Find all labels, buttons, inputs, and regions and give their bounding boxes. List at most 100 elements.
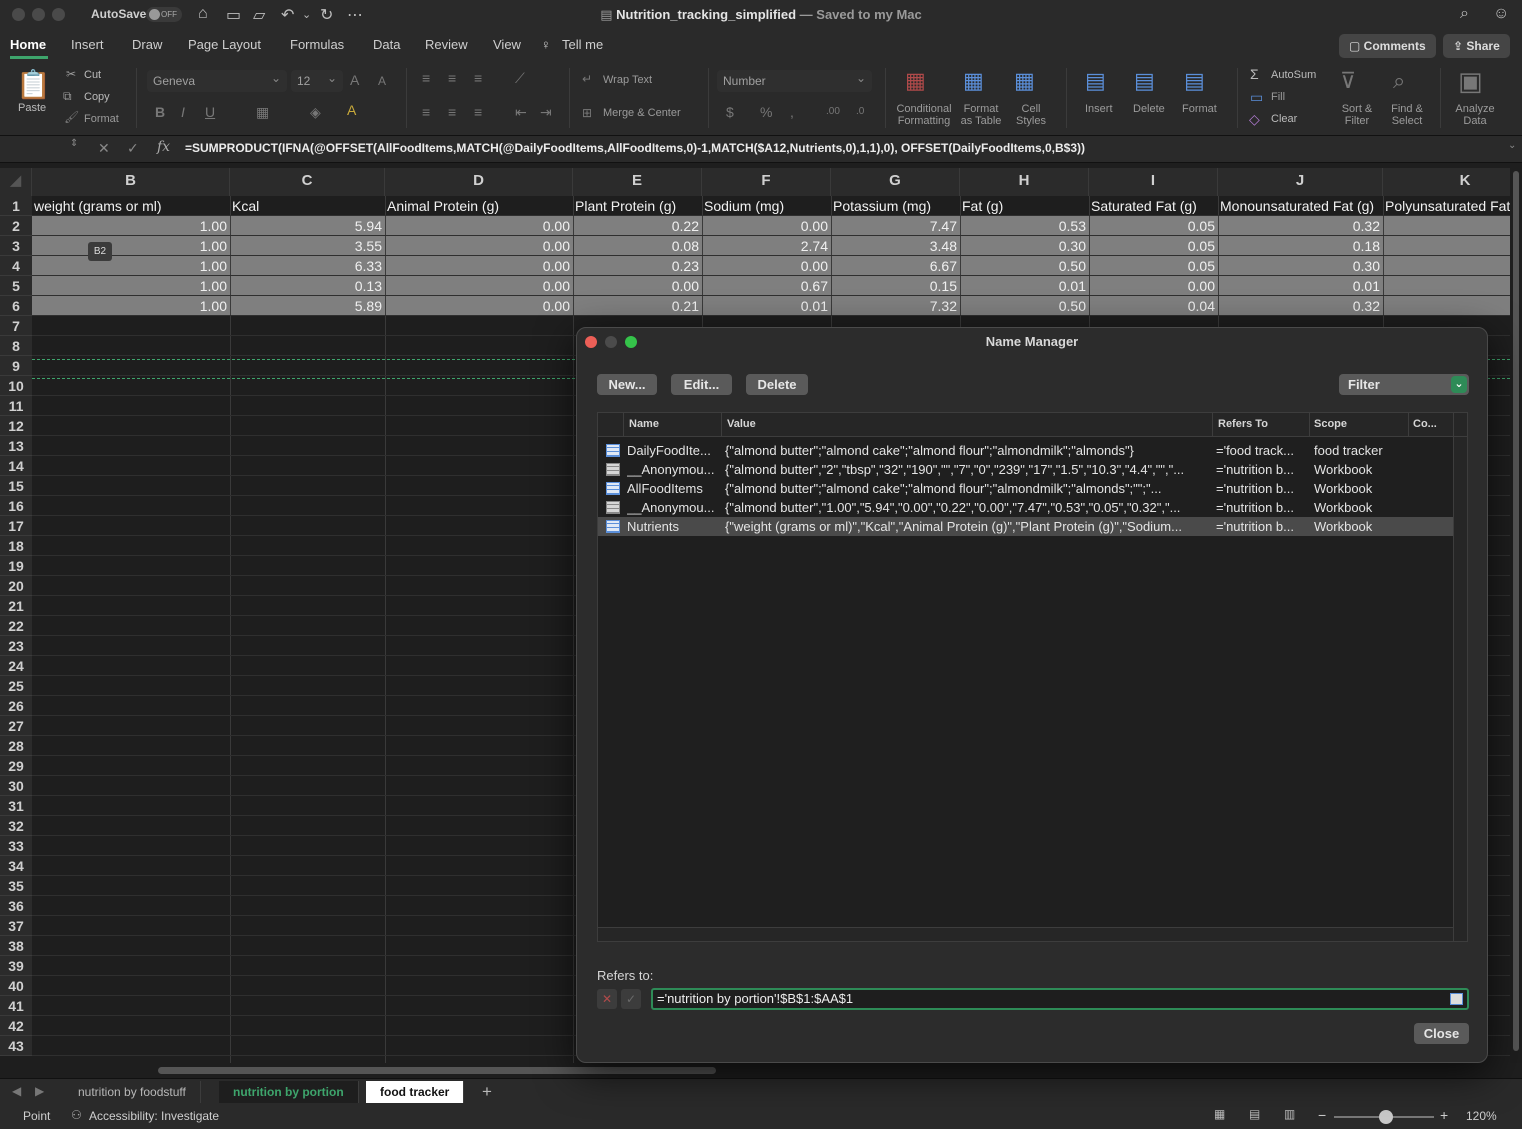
row-header[interactable]: 28 [0, 736, 32, 756]
row-header[interactable]: 42 [0, 1016, 32, 1036]
tab-formulas[interactable]: Formulas [290, 37, 344, 52]
row-header[interactable]: 37 [0, 916, 32, 936]
format-painter-icon[interactable]: 🖌 [64, 110, 79, 124]
edit-name-button[interactable]: Edit... [671, 374, 732, 395]
select-all-corner[interactable]: ◢ [0, 168, 32, 196]
data-cell[interactable]: 2.74 [702, 236, 831, 256]
conditional-formatting-icon[interactable]: ▦ [905, 68, 926, 94]
next-sheet-icon[interactable]: ▶ [35, 1084, 44, 1098]
row-header[interactable]: 15 [0, 476, 32, 496]
data-cell[interactable]: 7.32 [831, 296, 960, 316]
prev-sheet-icon[interactable]: ◀ [12, 1084, 21, 1098]
row-header[interactable]: 9 [0, 356, 32, 376]
add-sheet-button[interactable]: + [468, 1081, 506, 1103]
data-cell[interactable]: 1.00 [32, 296, 230, 316]
data-cell[interactable]: 1.00 [32, 216, 230, 236]
align-bottom-icon[interactable]: ≡ [474, 70, 482, 86]
align-left-icon[interactable]: ≡ [422, 104, 430, 120]
data-cell[interactable]: 6.33 [230, 256, 385, 276]
name-row[interactable]: Nutrients {"weight (grams or ml)","Kcal",… [598, 517, 1453, 536]
increase-indent-icon[interactable]: ⇥ [540, 104, 552, 121]
row-header[interactable]: 8 [0, 336, 32, 356]
tell-me-search[interactable]: Tell me [562, 37, 603, 52]
zoom-out-button[interactable]: − [1318, 1107, 1326, 1123]
row-header[interactable]: 43 [0, 1036, 32, 1056]
data-cell[interactable]: 0.01 [702, 296, 831, 316]
analyze-data-button[interactable]: Analyze Data [1450, 103, 1500, 127]
column-header-b[interactable]: B [32, 168, 230, 196]
data-cell[interactable]: 0.21 [573, 296, 702, 316]
row-header[interactable]: 12 [0, 416, 32, 436]
close-button[interactable]: Close [1414, 1023, 1469, 1044]
fill-button[interactable]: Fill [1271, 91, 1285, 103]
align-right-icon[interactable]: ≡ [474, 104, 482, 120]
header-cell[interactable]: Kcal [230, 196, 385, 216]
autosum-button[interactable]: AutoSum [1271, 69, 1316, 81]
tab-draw[interactable]: Draw [132, 37, 162, 52]
decrease-indent-icon[interactable]: ⇤ [515, 104, 527, 121]
zoom-level[interactable]: 120% [1466, 1109, 1497, 1123]
header-cell[interactable]: Plant Protein (g) [573, 196, 702, 216]
wrap-text-button[interactable]: Wrap Text [603, 74, 652, 86]
format-cells-button[interactable]: Format [1182, 103, 1217, 115]
sort-filter-icon[interactable]: ⊽ [1340, 68, 1356, 94]
data-cell[interactable]: 0.50 [960, 296, 1089, 316]
row-header[interactable]: 21 [0, 596, 32, 616]
delete-name-button[interactable]: Delete [746, 374, 808, 395]
page-break-view-icon[interactable]: ▥ [1284, 1107, 1295, 1121]
row-header[interactable]: 31 [0, 796, 32, 816]
header-cell[interactable]: weight (grams or ml) [32, 196, 230, 216]
data-cell[interactable]: 0.32 [1218, 296, 1383, 316]
data-cell[interactable]: 0.00 [385, 276, 573, 296]
autosum-icon[interactable]: Σ [1250, 66, 1259, 82]
column-name[interactable]: Name [629, 418, 659, 430]
font-color-icon[interactable]: A [347, 102, 356, 118]
row-header[interactable]: 41 [0, 996, 32, 1016]
horizontal-scrollbar[interactable] [0, 1063, 1510, 1078]
percent-icon[interactable]: % [760, 104, 772, 120]
data-cell[interactable]: 0.05 [1089, 256, 1218, 276]
account-icon[interactable]: ☺ [1493, 5, 1509, 23]
format-cells-icon[interactable]: ▤ [1184, 68, 1205, 94]
clear-button[interactable]: Clear [1271, 113, 1297, 125]
name-row[interactable]: DailyFoodIte... {"almond butter";"almond … [598, 441, 1453, 460]
row-header[interactable]: 40 [0, 976, 32, 996]
comma-icon[interactable]: , [790, 104, 794, 120]
data-cell[interactable]: 0.05 [1089, 216, 1218, 236]
data-cell[interactable]: 0.22 [573, 216, 702, 236]
data-cell[interactable]: 1.00 [32, 256, 230, 276]
row-header[interactable]: 13 [0, 436, 32, 456]
row-header[interactable]: 39 [0, 956, 32, 976]
data-cell[interactable]: 5.94 [230, 216, 385, 236]
cut-icon[interactable]: ✂ [66, 67, 76, 81]
column-header-g[interactable]: G [831, 168, 960, 196]
data-cell[interactable]: 0.15 [831, 276, 960, 296]
clear-icon[interactable]: ◇ [1249, 111, 1260, 128]
decrease-decimal-icon[interactable]: .0 [856, 106, 864, 117]
data-cell[interactable]: 6.67 [831, 256, 960, 276]
conditional-formatting-button[interactable]: Conditional Formatting [893, 103, 955, 127]
tab-page-layout[interactable]: Page Layout [188, 37, 261, 52]
row-header[interactable]: 30 [0, 776, 32, 796]
number-format-select[interactable]: Number [717, 67, 872, 92]
accessibility-icon[interactable]: ⚇ [71, 1108, 82, 1122]
increase-decimal-icon[interactable]: .00 [826, 106, 840, 117]
cancel-refers-icon[interactable]: ✕ [597, 989, 617, 1009]
data-cell[interactable]: 0.00 [385, 256, 573, 276]
row-header[interactable]: 34 [0, 856, 32, 876]
header-cell[interactable]: Polyunsaturated Fat [1383, 196, 1510, 216]
data-cell[interactable]: 0.00 [1089, 276, 1218, 296]
data-cell[interactable]: 0.30 [1218, 256, 1383, 276]
search-icon[interactable]: ⌕ [1460, 5, 1469, 23]
data-cell[interactable]: 0.50 [960, 256, 1089, 276]
tab-view[interactable]: View [493, 37, 521, 52]
align-top-icon[interactable]: ≡ [422, 70, 430, 86]
row-header[interactable]: 18 [0, 536, 32, 556]
row-header[interactable]: 33 [0, 836, 32, 856]
row-header[interactable]: 14 [0, 456, 32, 476]
column-header-e[interactable]: E [573, 168, 702, 196]
align-center-icon[interactable]: ≡ [448, 104, 456, 120]
copy-label[interactable]: Copy [84, 91, 110, 103]
data-cell[interactable]: 0.05 [1089, 236, 1218, 256]
cancel-formula-icon[interactable]: ✕ [98, 140, 110, 157]
